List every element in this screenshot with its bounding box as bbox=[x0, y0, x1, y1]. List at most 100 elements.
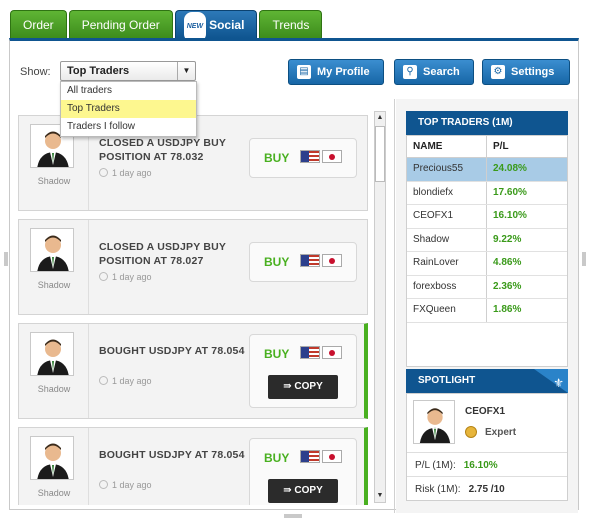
clock-icon bbox=[99, 272, 108, 281]
feed-item-time: 1 day ago bbox=[99, 376, 152, 386]
avatar[interactable] bbox=[413, 400, 455, 444]
us-flag-icon bbox=[300, 450, 320, 463]
trader-pl: 17.60% bbox=[493, 186, 527, 198]
chevron-down-icon[interactable]: ▼ bbox=[177, 62, 195, 80]
avatar-username[interactable]: Shadow bbox=[19, 280, 89, 290]
currency-pair-flags bbox=[300, 254, 342, 267]
avatar[interactable] bbox=[30, 332, 74, 376]
currency-pair-flags bbox=[300, 450, 342, 463]
buy-label: BUY bbox=[264, 451, 290, 465]
tab-order[interactable]: Order bbox=[10, 10, 67, 38]
trade-action-box: BUY ⇛ COPY bbox=[249, 334, 357, 408]
copy-trade-button[interactable]: ⇛ COPY bbox=[268, 375, 338, 399]
table-row[interactable]: blondiefx 17.60% bbox=[407, 181, 567, 205]
tab-social-label: Social bbox=[209, 18, 245, 32]
search-label: Search bbox=[423, 66, 460, 78]
buy-label: BUY bbox=[264, 151, 290, 165]
table-row[interactable]: FXQueen 1.86% bbox=[407, 299, 567, 323]
clock-icon bbox=[99, 480, 108, 489]
trader-filter-value: Top Traders bbox=[67, 65, 130, 77]
feed-item-time-text: 1 day ago bbox=[112, 376, 152, 386]
avatar-username[interactable]: Shadow bbox=[19, 176, 89, 186]
trader-name: RainLover bbox=[407, 252, 487, 275]
spotlight-risk-label: Risk (1M): bbox=[415, 484, 461, 495]
spotlight-header: SPOTLIGHT ⚜ bbox=[406, 369, 568, 393]
trader-name: CEOFX1 bbox=[407, 205, 487, 228]
settings-button[interactable]: ⚙ Settings bbox=[482, 59, 570, 85]
avatar[interactable] bbox=[30, 228, 74, 272]
feed-scrollbar[interactable]: ▲ ▼ bbox=[374, 111, 386, 503]
tab-order-label: Order bbox=[23, 18, 54, 32]
top-traders-table: NAME P/L Precious55 24.08% blondiefx 17.60… bbox=[406, 135, 568, 367]
buy-label: BUY bbox=[264, 255, 290, 269]
scrollbar-thumb[interactable] bbox=[375, 126, 385, 182]
trader-name: forexboss bbox=[407, 275, 487, 298]
table-row[interactable]: RainLover 4.86% bbox=[407, 252, 567, 276]
trader-pl: 4.86% bbox=[493, 257, 522, 268]
feed-item: Shadow CLOSED A USDJPY BUY POSITION AT 7… bbox=[18, 219, 368, 315]
trade-action-box: BUY bbox=[249, 138, 357, 178]
avatar-column: Shadow bbox=[19, 220, 89, 314]
feed-item-title: CLOSED A USDJPY BUY POSITION AT 78.027 bbox=[99, 241, 226, 267]
copy-arrow-icon: ⇛ bbox=[283, 485, 295, 496]
left-resize-handle[interactable] bbox=[4, 252, 8, 266]
copy-trade-button[interactable]: ⇛ COPY bbox=[268, 479, 338, 503]
tab-pending-order[interactable]: Pending Order bbox=[68, 10, 173, 38]
trade-action-box: BUY bbox=[249, 242, 357, 282]
us-flag-icon bbox=[300, 150, 320, 163]
scroll-down-arrow-icon[interactable]: ▼ bbox=[375, 490, 385, 502]
trader-pl: 1.86% bbox=[493, 304, 522, 315]
search-icon: ⚲ bbox=[403, 65, 417, 79]
tab-social[interactable]: NEW Social bbox=[174, 10, 258, 42]
fleur-de-lis-icon: ⚜ bbox=[553, 376, 564, 390]
feed-item-time-text: 1 day ago bbox=[112, 480, 152, 490]
avatar-username[interactable]: Shadow bbox=[19, 384, 89, 394]
dropdown-option-traders-i-follow[interactable]: Traders I follow bbox=[61, 118, 196, 136]
show-label: Show: bbox=[20, 66, 51, 78]
sidebar-divider bbox=[394, 99, 395, 513]
right-resize-handle[interactable] bbox=[582, 252, 586, 266]
bottom-resize-handle[interactable] bbox=[284, 514, 302, 518]
spotlight-level: Expert bbox=[485, 427, 517, 438]
trader-name: Shadow bbox=[407, 228, 487, 251]
table-row[interactable]: Precious55 24.08% bbox=[407, 158, 567, 182]
trader-pl: 16.10% bbox=[493, 210, 527, 221]
trader-name: blondiefx bbox=[407, 181, 487, 204]
avatar-username[interactable]: Shadow bbox=[19, 488, 89, 498]
currency-pair-flags bbox=[300, 346, 342, 359]
trade-action-box: BUY ⇛ COPY bbox=[249, 438, 357, 505]
japan-flag-icon bbox=[322, 450, 342, 463]
avatar-column: Shadow bbox=[19, 428, 89, 505]
feed-item-title: BOUGHT USDJPY AT 78.054 bbox=[99, 345, 245, 357]
trader-filter-select[interactable]: Top Traders ▼ bbox=[60, 61, 196, 81]
table-row[interactable]: Shadow 9.22% bbox=[407, 228, 567, 252]
avatar-column: Shadow bbox=[19, 324, 89, 418]
trader-filter-dropdown: All traders Top Traders Traders I follow bbox=[60, 81, 197, 137]
spotlight-pl-label: P/L (1M): bbox=[415, 460, 456, 471]
dropdown-option-all-traders[interactable]: All traders bbox=[61, 82, 196, 100]
spotlight-trader-name[interactable]: CEOFX1 bbox=[465, 406, 505, 417]
divider bbox=[407, 452, 567, 453]
us-flag-icon bbox=[300, 346, 320, 359]
feed-item-time-text: 1 day ago bbox=[112, 272, 152, 282]
my-profile-button[interactable]: ▤ My Profile bbox=[288, 59, 384, 85]
activity-feed: Shadow CLOSED A USDJPY BUY POSITION AT 7… bbox=[16, 111, 384, 505]
top-traders-header: TOP TRADERS (1M) bbox=[406, 111, 568, 135]
settings-label: Settings bbox=[511, 66, 555, 78]
spotlight-title: SPOTLIGHT bbox=[418, 375, 476, 386]
tab-trends[interactable]: Trends bbox=[259, 10, 323, 38]
social-panel: Show: Top Traders ▼ All traders Top Trad… bbox=[9, 38, 579, 513]
trader-avatar-icon bbox=[37, 443, 69, 479]
table-row[interactable]: forexboss 2.36% bbox=[407, 275, 567, 299]
spotlight-risk-value: 2.75 /10 bbox=[468, 484, 505, 495]
column-header-name: NAME bbox=[407, 136, 487, 157]
feed-item-time-text: 1 day ago bbox=[112, 168, 152, 178]
table-row[interactable]: CEOFX1 16.10% bbox=[407, 205, 567, 229]
japan-flag-icon bbox=[322, 150, 342, 163]
trader-avatar-icon bbox=[419, 408, 451, 443]
medal-icon bbox=[465, 426, 477, 438]
avatar[interactable] bbox=[30, 436, 74, 480]
search-button[interactable]: ⚲ Search bbox=[394, 59, 474, 85]
scroll-up-arrow-icon[interactable]: ▲ bbox=[375, 112, 385, 124]
dropdown-option-top-traders[interactable]: Top Traders bbox=[61, 100, 196, 118]
